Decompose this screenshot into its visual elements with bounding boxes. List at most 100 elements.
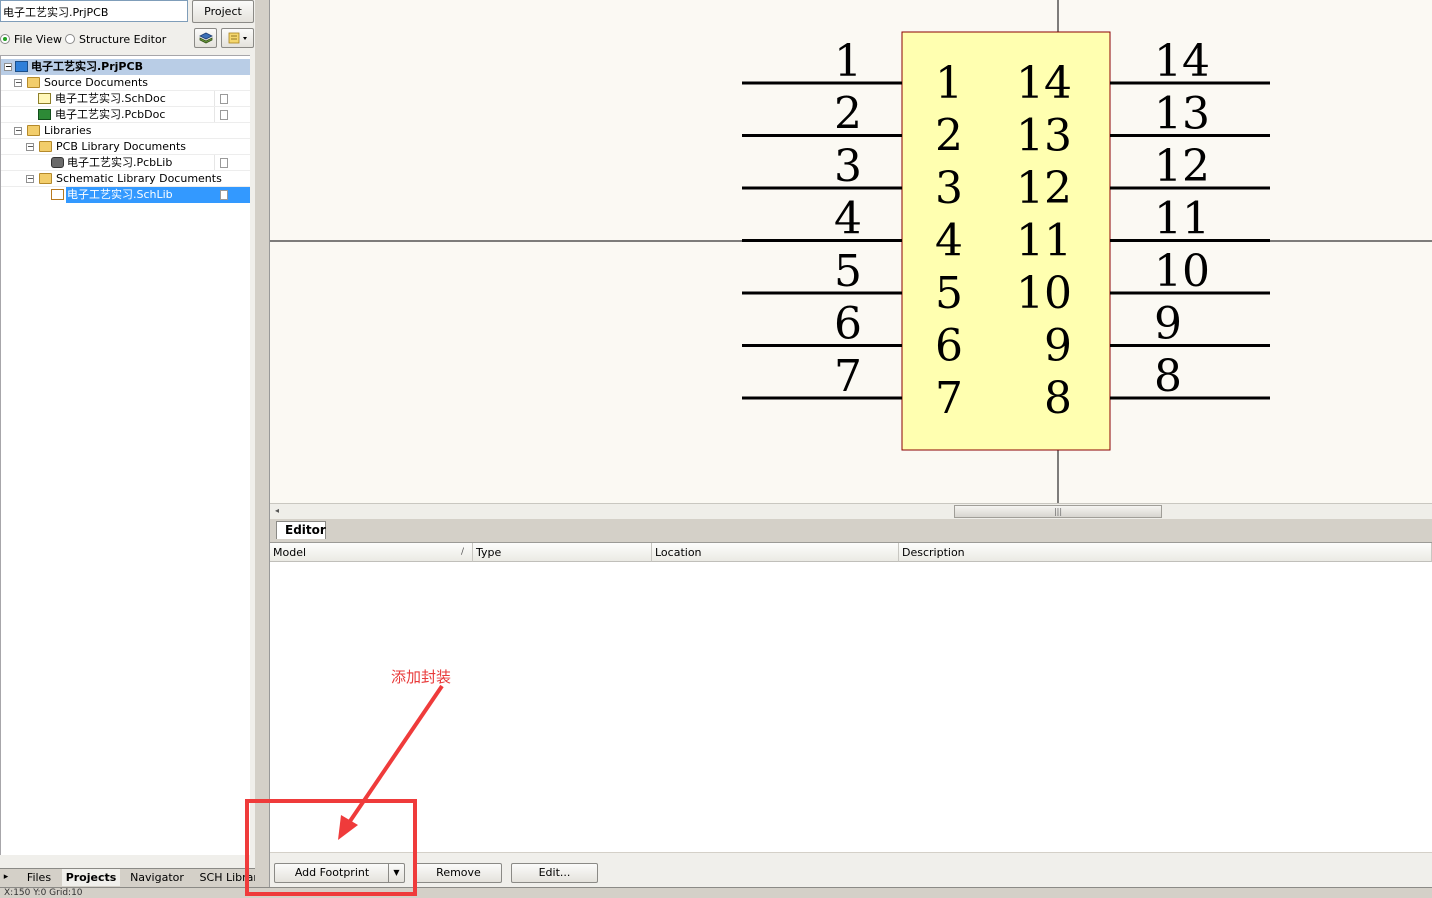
- column-header-description[interactable]: Description: [899, 543, 1432, 562]
- pin-name-left: 3: [935, 163, 963, 214]
- tab-editor[interactable]: Editor: [276, 521, 326, 539]
- folder-icon: [39, 141, 52, 152]
- file-view-option[interactable]: File View: [0, 31, 62, 47]
- component-body: [901, 31, 1111, 451]
- project-name-field[interactable]: 电子工艺实习.PrjPCB: [0, 0, 188, 22]
- pin-name-right: 10: [1016, 268, 1072, 319]
- canvas-horizontal-scrollbar[interactable]: ◂ |||: [270, 503, 1432, 519]
- tree-item-project[interactable]: − 电子工艺实习.PrjPCB: [1, 59, 250, 75]
- pcb-library-icon: [51, 157, 64, 168]
- panel-splitter[interactable]: [255, 0, 270, 897]
- file-view-radio[interactable]: [0, 34, 10, 44]
- tree-item-pcblib[interactable]: 电子工艺实习.PcbLib: [1, 155, 250, 171]
- edit-button[interactable]: Edit...: [511, 863, 598, 883]
- file-view-label: File View: [14, 32, 63, 46]
- pin-number-left: 7: [834, 351, 862, 402]
- tab-scroll-left-icon[interactable]: ▸: [0, 869, 12, 886]
- document-dropdown-icon: [228, 32, 247, 44]
- collapse-icon[interactable]: −: [14, 79, 22, 87]
- document-status-icon: [220, 190, 228, 200]
- pin-number-right: 14: [1154, 36, 1210, 87]
- column-header-type[interactable]: Type: [473, 543, 652, 562]
- remove-button[interactable]: Remove: [415, 863, 502, 883]
- scroll-left-icon[interactable]: ◂: [275, 506, 279, 515]
- schematic-library-canvas[interactable]: 1 1 14 14 2 2 13 13 3 3 12 12 4 4 11 11 5 5 10 10 6 6 9 9 7 7 8 8: [270, 0, 1432, 503]
- pin-name-right: 8: [1044, 373, 1072, 424]
- tree-item-pcb-library-documents[interactable]: − PCB Library Documents: [1, 139, 250, 155]
- tree-label: 电子工艺实习.PcbDoc: [55, 108, 166, 121]
- scrollbar-thumb[interactable]: |||: [954, 505, 1162, 518]
- tree-label: Source Documents: [44, 76, 148, 89]
- tree-item-schlib[interactable]: 电子工艺实习.SchLib: [1, 187, 250, 203]
- schematic-document-icon: [38, 93, 51, 104]
- pin-name-right: 14: [1016, 58, 1072, 109]
- tree-item-schematic-library-documents[interactable]: − Schematic Library Documents: [1, 171, 250, 187]
- pin-name-left: 1: [935, 58, 963, 109]
- layers-icon: [198, 32, 213, 44]
- tree-item-pcbdoc[interactable]: 电子工艺实习.PcbDoc: [1, 107, 250, 123]
- document-status-icon: [220, 94, 228, 104]
- collapse-icon[interactable]: −: [4, 63, 12, 71]
- panel-tab-strip: ▸ Files Projects Navigator SCH Library: [0, 868, 268, 887]
- workspace-layers-button[interactable]: [194, 28, 217, 48]
- tab-files[interactable]: Files: [20, 869, 58, 886]
- structure-editor-radio[interactable]: [65, 34, 75, 44]
- tree-label: PCB Library Documents: [56, 140, 187, 153]
- folder-icon: [39, 173, 52, 184]
- tree-label: 电子工艺实习.PrjPCB: [31, 60, 143, 73]
- pin-number-right: 8: [1154, 351, 1182, 402]
- pin-name-left: 5: [935, 268, 963, 319]
- pin-name-right: 13: [1016, 111, 1072, 162]
- models-grid: Model / Type Location Description: [270, 542, 1432, 852]
- document-options-dropdown[interactable]: [221, 28, 254, 48]
- pin-number-left: 2: [834, 89, 862, 140]
- pin-name-left: 4: [935, 216, 963, 267]
- tree-label: 电子工艺实习.PcbLib: [67, 156, 173, 169]
- tree-item-source-documents[interactable]: − Source Documents: [1, 75, 250, 91]
- tree-label: 电子工艺实习.SchDoc: [55, 92, 166, 105]
- pin-number-left: 3: [834, 141, 862, 192]
- pin-name-left: 6: [935, 321, 963, 372]
- column-label: Model: [273, 546, 307, 559]
- component-editor-panel: Editor Model / Type Location Description…: [270, 519, 1432, 889]
- collapse-icon[interactable]: −: [26, 143, 34, 151]
- project-tree: − 电子工艺实习.PrjPCB − Source Documents 电子工艺实…: [0, 55, 250, 855]
- pin-name-left: 7: [935, 373, 963, 424]
- tree-label-selected: 电子工艺实习.SchLib: [66, 187, 215, 203]
- structure-editor-option[interactable]: Structure Editor: [65, 31, 166, 47]
- pin-number-left: 4: [834, 194, 862, 245]
- status-bar: X:150 Y:0 Grid:10: [0, 887, 1432, 898]
- schematic-library-icon: [51, 189, 64, 200]
- column-header-model[interactable]: Model /: [270, 543, 473, 562]
- structure-editor-label: Structure Editor: [79, 32, 167, 46]
- folder-icon: [27, 125, 40, 136]
- document-status-icon: [220, 158, 228, 168]
- column-header-location[interactable]: Location: [652, 543, 899, 562]
- annotation-highlight-box: [245, 799, 417, 896]
- pin-number-left: 5: [834, 246, 862, 297]
- tab-navigator[interactable]: Navigator: [126, 869, 188, 886]
- component-drawing: 1 1 14 142 2 13 133 3 12 124 4 11 115 5 10 106 6 9 97 7 8 8: [270, 0, 1432, 503]
- project-button[interactable]: Project: [192, 0, 254, 23]
- tree-label: Libraries: [44, 124, 92, 137]
- tree-item-libraries[interactable]: − Libraries: [1, 123, 250, 139]
- pin-name-right: 9: [1044, 321, 1072, 372]
- tab-projects[interactable]: Projects: [62, 869, 120, 886]
- editor-button-bar: Add Footprint ▼ Remove Edit...: [270, 853, 1432, 887]
- pin-name-right: 11: [1016, 216, 1072, 267]
- pin-number-right: 11: [1154, 194, 1210, 245]
- pin-number-right: 9: [1154, 299, 1182, 350]
- pin-number-right: 13: [1154, 89, 1210, 140]
- pin-number-left: 1: [834, 36, 862, 87]
- collapse-icon[interactable]: −: [14, 127, 22, 135]
- pcb-document-icon: [38, 109, 51, 120]
- project-icon: [15, 61, 28, 72]
- pin-name-right: 12: [1016, 163, 1072, 214]
- annotation-label: 添加封装: [391, 668, 452, 686]
- pin-name-left: 2: [935, 111, 963, 162]
- pin-number-left: 6: [834, 299, 862, 350]
- pin-number-right: 12: [1154, 141, 1210, 192]
- collapse-icon[interactable]: −: [26, 175, 34, 183]
- pin-number-right: 10: [1154, 246, 1210, 297]
- tree-item-schdoc[interactable]: 电子工艺实习.SchDoc: [1, 91, 250, 107]
